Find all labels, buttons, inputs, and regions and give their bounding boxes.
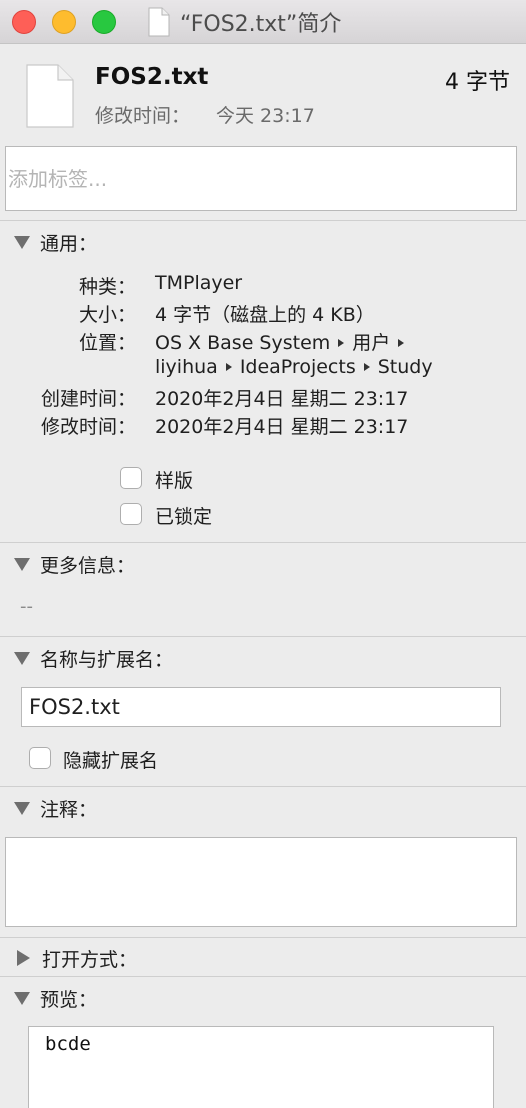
divider — [0, 937, 526, 938]
disclosure-triangle-icon — [14, 235, 30, 249]
disclosure-triangle-icon — [14, 801, 30, 815]
path-separator-icon — [363, 362, 370, 371]
stationery-checkbox[interactable] — [120, 467, 142, 489]
close-button[interactable] — [12, 10, 36, 34]
document-icon — [148, 7, 170, 37]
created-label: 创建时间： — [40, 388, 136, 410]
hide-extension-checkbox[interactable] — [29, 747, 51, 769]
path-separator-icon — [225, 362, 232, 371]
disclosure-triangle-icon — [14, 557, 30, 571]
more-info-value: -- — [20, 596, 33, 617]
section-open-with-toggle[interactable]: 打开方式： — [14, 946, 138, 971]
path-item[interactable]: OS X Base System — [155, 332, 330, 354]
path-separator-icon — [398, 338, 405, 347]
path-item[interactable]: IdeaProjects — [240, 356, 356, 378]
file-name: FOS2.txt — [95, 64, 209, 90]
section-comments-title: 注释： — [40, 798, 98, 821]
created-value: 2020年2月4日 星期二 23:17 — [155, 388, 409, 410]
section-comments-toggle[interactable]: 注释： — [14, 796, 98, 821]
size-label: 大小： — [78, 304, 136, 326]
disclosure-triangle-icon — [14, 651, 30, 665]
minimize-button[interactable] — [52, 10, 76, 34]
modified-label: 修改时间： — [40, 416, 136, 438]
modified-value: 2020年2月4日 星期二 23:17 — [155, 416, 409, 438]
divider — [0, 636, 526, 637]
stationery-label: 样版 — [155, 470, 194, 492]
zoom-button[interactable] — [92, 10, 116, 34]
file-name-field[interactable] — [21, 687, 501, 727]
section-general-toggle[interactable]: 通用： — [14, 230, 98, 255]
path-item[interactable]: liyihua — [155, 356, 218, 378]
locked-label: 已锁定 — [155, 506, 213, 528]
comments-textarea[interactable] — [5, 837, 517, 927]
section-more-info-toggle[interactable]: 更多信息： — [14, 552, 136, 577]
section-name-extension-toggle[interactable]: 名称与扩展名： — [14, 646, 174, 671]
divider — [0, 786, 526, 787]
modified-value: 今天 23:17 — [216, 105, 315, 127]
section-preview-title: 预览： — [40, 988, 98, 1011]
section-more-info-title: 更多信息： — [40, 554, 136, 577]
section-preview-toggle[interactable]: 预览： — [14, 986, 98, 1011]
where-path-line-1: OS X Base System 用户 — [155, 328, 412, 355]
divider — [0, 976, 526, 977]
hide-extension-label: 隐藏扩展名 — [63, 750, 159, 772]
section-name-extension-title: 名称与扩展名： — [40, 648, 174, 671]
modified-label: 修改时间： — [95, 105, 191, 127]
section-open-with-title: 打开方式： — [42, 948, 138, 971]
locked-checkbox[interactable] — [120, 503, 142, 525]
disclosure-triangle-icon — [14, 991, 30, 1005]
path-item[interactable]: Study — [378, 356, 433, 378]
kind-label: 种类： — [78, 276, 136, 298]
path-separator-icon — [338, 338, 345, 347]
file-size: 4 字节 — [445, 70, 510, 95]
tags-input[interactable] — [5, 146, 517, 211]
title-bar: “FOS2.txt”简介 — [0, 0, 526, 44]
preview-content: bcde — [28, 1026, 494, 1108]
document-icon — [26, 64, 74, 128]
where-label: 位置： — [78, 332, 136, 354]
kind-value: TMPlayer — [155, 272, 243, 294]
window-title: “FOS2.txt”简介 — [180, 12, 342, 37]
divider — [0, 220, 526, 221]
size-value: 4 字节（磁盘上的 4 KB） — [155, 304, 375, 326]
section-general-title: 通用： — [40, 232, 98, 255]
path-item[interactable]: 用户 — [352, 332, 390, 354]
divider — [0, 542, 526, 543]
disclosure-triangle-collapsed-icon — [17, 950, 30, 966]
where-path-line-2: liyihua IdeaProjects Study — [155, 356, 433, 378]
